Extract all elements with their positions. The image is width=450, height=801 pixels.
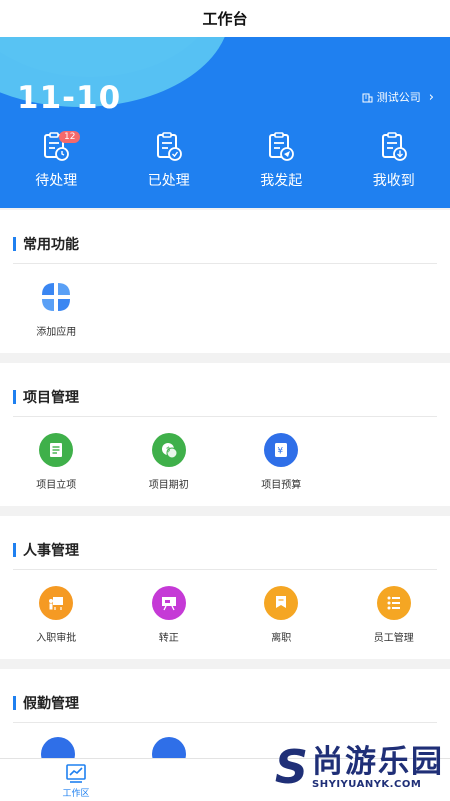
resignation-button[interactable]: 离职 (225, 586, 338, 644)
project-opening-icon: $ (152, 433, 186, 467)
add-app-button[interactable]: 添加应用 (0, 280, 113, 338)
svg-text:$: $ (166, 446, 170, 454)
app-label: 员工管理 (374, 629, 414, 644)
company-name: 测试公司 (377, 89, 421, 105)
processed-doc-icon (155, 132, 183, 162)
chevron-right-icon: › (429, 90, 434, 105)
quick-actions: 12 待处理 已处理 我发起 (0, 132, 450, 190)
app-label: 项目预算 (261, 476, 301, 491)
section-accent-bar (13, 237, 16, 251)
project-budget-button[interactable]: ¥ 项目预算 (225, 433, 338, 491)
employee-management-icon (377, 586, 411, 620)
tab-label: 工作区 (62, 786, 89, 799)
received-doc-icon (380, 132, 408, 162)
function-grid: 项目立项 $ 项目期初 ¥ 项目预算 (0, 433, 450, 491)
page-title: 工作台 (202, 8, 247, 29)
current-date: 11-10 (17, 80, 121, 116)
section-title: 假勤管理 (23, 693, 79, 713)
project-setup-icon (39, 433, 73, 467)
section-accent-bar (13, 543, 16, 557)
quick-action-received[interactable]: 我收到 (338, 132, 450, 190)
company-switcher[interactable]: 测试公司 › (362, 89, 434, 105)
regularization-button[interactable]: 转正 (113, 586, 226, 644)
quick-action-initiated[interactable]: 我发起 (225, 132, 338, 190)
section-header: 常用功能 (13, 234, 79, 254)
top-title-bar: 工作台 (0, 0, 450, 37)
section-accent-bar (13, 390, 16, 404)
initiated-doc-icon (267, 132, 295, 162)
watermark-logo: S (275, 740, 308, 794)
project-budget-icon: ¥ (264, 433, 298, 467)
divider (13, 569, 437, 570)
building-icon (362, 92, 373, 103)
watermark-english-text: SHYIYUANYK.COM (312, 779, 444, 790)
section-header: 人事管理 (13, 540, 79, 560)
hero-banner: 11-10 测试公司 › 12 待处理 (0, 37, 450, 208)
section-hr-management: 人事管理 入职审批 转正 离职 (0, 516, 450, 659)
site-watermark: S 尚游乐园 SHYIYUANYK.COM (275, 740, 444, 794)
onboarding-approval-icon (39, 586, 73, 620)
section-common-functions: 常用功能 添加应用 (0, 210, 450, 353)
app-label: 项目期初 (149, 476, 189, 491)
quick-action-label: 待处理 (35, 170, 77, 190)
section-title: 人事管理 (23, 540, 79, 560)
watermark-chinese-text: 尚游乐园 (312, 745, 444, 779)
divider (13, 416, 437, 417)
section-header: 项目管理 (13, 387, 79, 407)
app-label: 添加应用 (36, 323, 76, 338)
function-grid: 添加应用 (0, 280, 450, 338)
quick-action-label: 我发起 (260, 170, 302, 190)
project-opening-button[interactable]: $ 项目期初 (113, 433, 226, 491)
divider (13, 263, 437, 264)
attendance-app-icon[interactable] (152, 737, 186, 758)
svg-text:¥: ¥ (278, 447, 284, 457)
function-grid: 入职审批 转正 离职 员工管理 (0, 586, 450, 644)
app-label: 入职审批 (36, 629, 76, 644)
section-title: 常用功能 (23, 234, 79, 254)
pending-count-badge: 12 (59, 131, 80, 143)
quick-action-label: 我收到 (373, 170, 415, 190)
quick-action-label: 已处理 (148, 170, 190, 190)
app-label: 转正 (159, 629, 179, 644)
section-accent-bar (13, 696, 16, 710)
section-title: 项目管理 (23, 387, 79, 407)
section-header: 假勤管理 (13, 693, 79, 713)
chart-icon (65, 763, 87, 783)
regularization-icon (152, 586, 186, 620)
quick-action-processed[interactable]: 已处理 (113, 132, 226, 190)
quick-action-pending[interactable]: 12 待处理 (0, 132, 113, 190)
project-setup-button[interactable]: 项目立项 (0, 433, 113, 491)
app-label: 项目立项 (36, 476, 76, 491)
leave-app-icon[interactable] (41, 737, 75, 758)
divider (13, 722, 437, 723)
add-app-icon (39, 280, 73, 314)
onboarding-approval-button[interactable]: 入职审批 (0, 586, 113, 644)
resignation-icon (264, 586, 298, 620)
section-project-management: 项目管理 项目立项 $ 项目期初 ¥ 项目预算 (0, 363, 450, 506)
employee-management-button[interactable]: 员工管理 (338, 586, 450, 644)
tab-workspace[interactable]: 工作区 (50, 763, 102, 799)
app-label: 离职 (271, 629, 291, 644)
